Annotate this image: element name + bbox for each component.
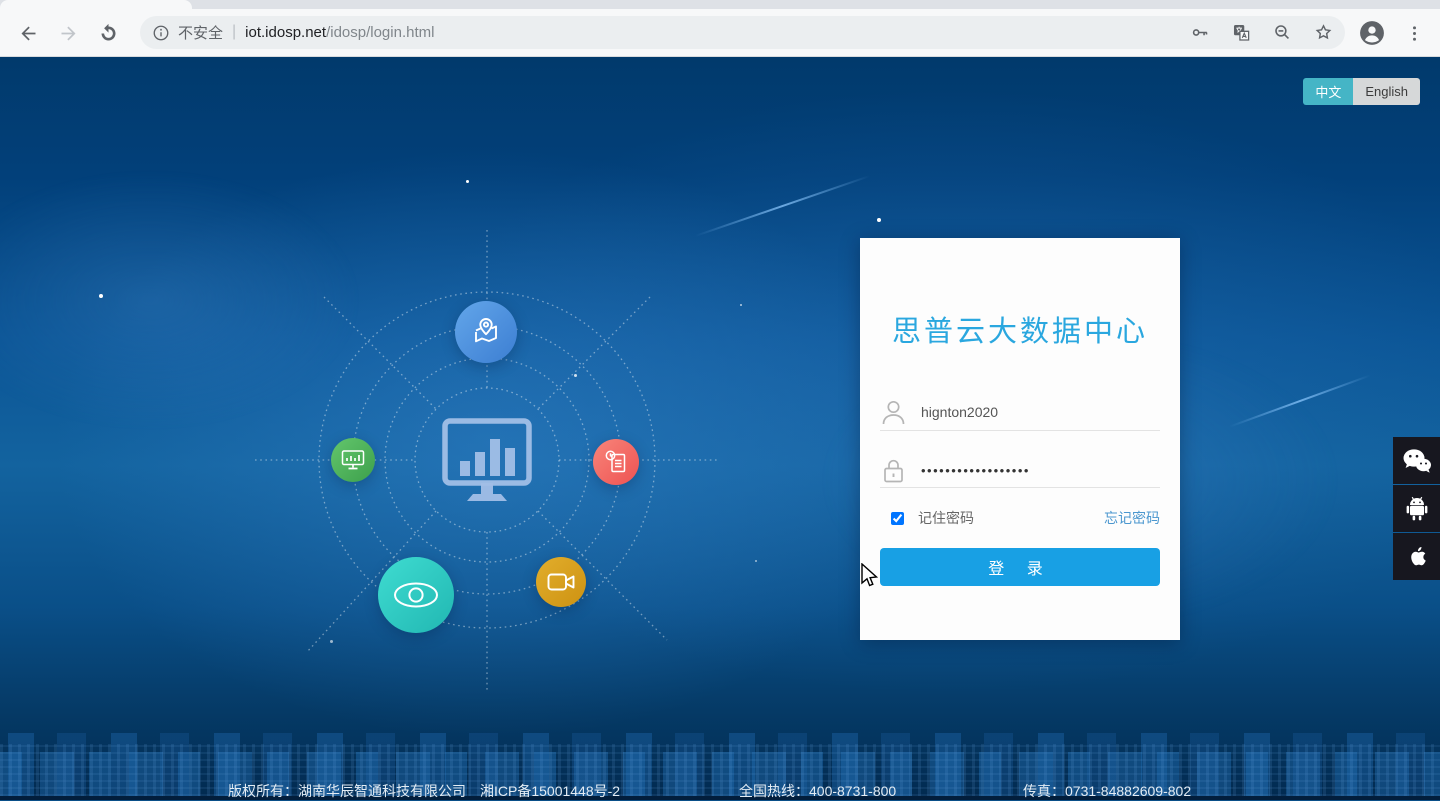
forward-icon[interactable] bbox=[52, 17, 84, 49]
remember-checkbox[interactable] bbox=[891, 511, 904, 525]
footer-hotline: 全国热线：400-8731-800 bbox=[739, 783, 897, 799]
url-divider: | bbox=[232, 22, 237, 40]
password-underline bbox=[880, 487, 1160, 488]
zoom-out-icon[interactable] bbox=[1273, 23, 1292, 42]
username-underline bbox=[880, 430, 1160, 431]
browser-menu-icon[interactable] bbox=[1398, 17, 1430, 49]
star-dot bbox=[877, 218, 881, 222]
url-path[interactable]: /idosp/login.html bbox=[326, 24, 434, 41]
star-dot bbox=[466, 180, 469, 183]
star-dot bbox=[755, 560, 757, 562]
browser-toolbar: 不安全 | iot.idosp.net /idosp/login.html bbox=[0, 9, 1440, 57]
video-camera-icon bbox=[536, 557, 586, 607]
key-icon[interactable] bbox=[1191, 23, 1210, 42]
url-host[interactable]: iot.idosp.net bbox=[245, 24, 326, 41]
forgot-password-link[interactable]: 忘记密码 bbox=[1104, 508, 1160, 528]
language-toggle: 中文 English bbox=[1303, 78, 1420, 105]
profile-icon[interactable] bbox=[1356, 17, 1388, 49]
dashboard-monitor-icon bbox=[439, 417, 535, 505]
star-icon[interactable] bbox=[1314, 23, 1333, 42]
lang-chinese-button[interactable]: 中文 bbox=[1303, 78, 1354, 105]
mouse-cursor bbox=[861, 563, 879, 587]
footer-copyright: 版权所有：湖南华辰智通科技有限公司 湘ICP备15001448号-2 bbox=[228, 783, 621, 799]
star-dot bbox=[99, 294, 103, 298]
screen-chart-icon bbox=[331, 438, 375, 482]
wechat-icon[interactable] bbox=[1393, 437, 1440, 484]
info-icon[interactable] bbox=[152, 24, 170, 42]
username-input[interactable] bbox=[919, 403, 1160, 421]
footer-fax: 传真：0731-84882609-802 bbox=[1023, 783, 1192, 799]
login-title: 思普云大数据中心 bbox=[891, 316, 1148, 348]
remember-label: 记住密码 bbox=[918, 510, 974, 526]
eye-icon bbox=[378, 557, 454, 633]
apple-icon[interactable] bbox=[1393, 533, 1440, 580]
reload-icon[interactable] bbox=[92, 17, 124, 49]
password-input[interactable] bbox=[919, 461, 1160, 479]
login-panel: 思普云大数据中心 记住密码 忘记密码 登 录 bbox=[860, 238, 1180, 640]
security-label[interactable]: 不安全 bbox=[178, 22, 223, 43]
report-clock-icon bbox=[593, 439, 639, 485]
translate-icon[interactable] bbox=[1232, 23, 1251, 42]
lock-icon bbox=[880, 457, 906, 484]
browser-active-tab[interactable] bbox=[0, 0, 192, 9]
address-bar[interactable]: 不安全 | iot.idosp.net /idosp/login.html bbox=[140, 16, 1345, 49]
login-button[interactable]: 登 录 bbox=[880, 548, 1160, 586]
browser-tab-strip bbox=[0, 0, 1440, 9]
user-icon bbox=[880, 399, 906, 425]
android-icon[interactable] bbox=[1393, 485, 1440, 532]
lang-english-button[interactable]: English bbox=[1353, 78, 1420, 105]
skyline-windows-decor bbox=[0, 744, 1440, 796]
footer-bottom-line bbox=[0, 796, 1440, 800]
map-pin-icon bbox=[455, 301, 517, 363]
back-icon[interactable] bbox=[12, 17, 44, 49]
